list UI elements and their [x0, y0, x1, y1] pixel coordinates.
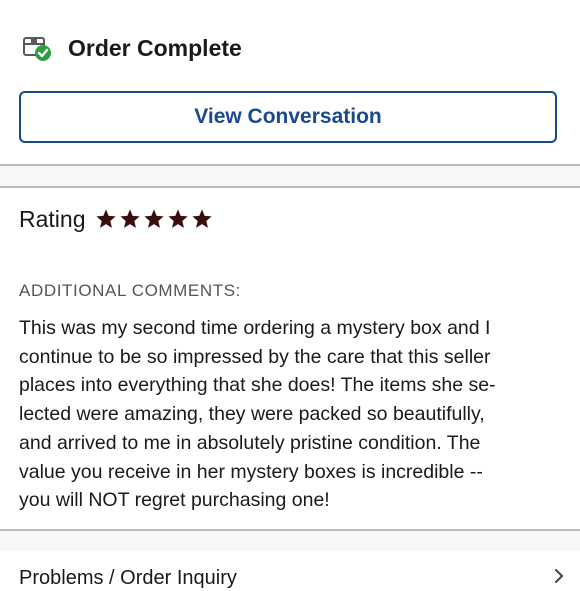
star-icon — [168, 209, 189, 228]
view-conversation-button[interactable]: View Conversation — [19, 91, 557, 143]
comments-heading: ADDITIONAL COMMENTS: — [19, 281, 241, 300]
comment-line: and arrived to me in absolutely pristine… — [19, 431, 481, 454]
rating-label: Rating — [19, 205, 86, 232]
comment-line: value you receive in her mystery boxes i… — [19, 460, 483, 483]
comment-line: you will NOT regret purchasing one! — [19, 489, 330, 512]
star-icon — [192, 209, 213, 228]
comment-line: This was my second time ordering a myste… — [19, 317, 491, 339]
star-icon — [96, 209, 117, 228]
comment-line: lected were amazing, they were packed so… — [19, 403, 485, 426]
star-icon — [144, 209, 165, 228]
section-divider — [0, 529, 580, 553]
problems-order-inquiry-label: Problems / Order Inquiry — [19, 567, 237, 589]
box-check-icon — [22, 32, 54, 64]
comment-line: places into everything that she does! Th… — [19, 374, 496, 397]
star-rating — [95, 208, 215, 230]
star-icon — [120, 209, 141, 228]
rating-row: Rating — [19, 203, 215, 235]
order-status-title: Order Complete — [68, 34, 242, 61]
order-status: Order Complete — [22, 30, 242, 66]
view-conversation-label: View Conversation — [194, 105, 382, 128]
comment-text: This was my second time ordering a myste… — [19, 314, 564, 515]
section-divider — [0, 164, 580, 188]
comment-line: continue to be so impressed by the care … — [19, 345, 491, 368]
problems-order-inquiry-row[interactable]: Problems / Order Inquiry — [0, 551, 580, 591]
chevron-right-icon — [552, 569, 566, 583]
